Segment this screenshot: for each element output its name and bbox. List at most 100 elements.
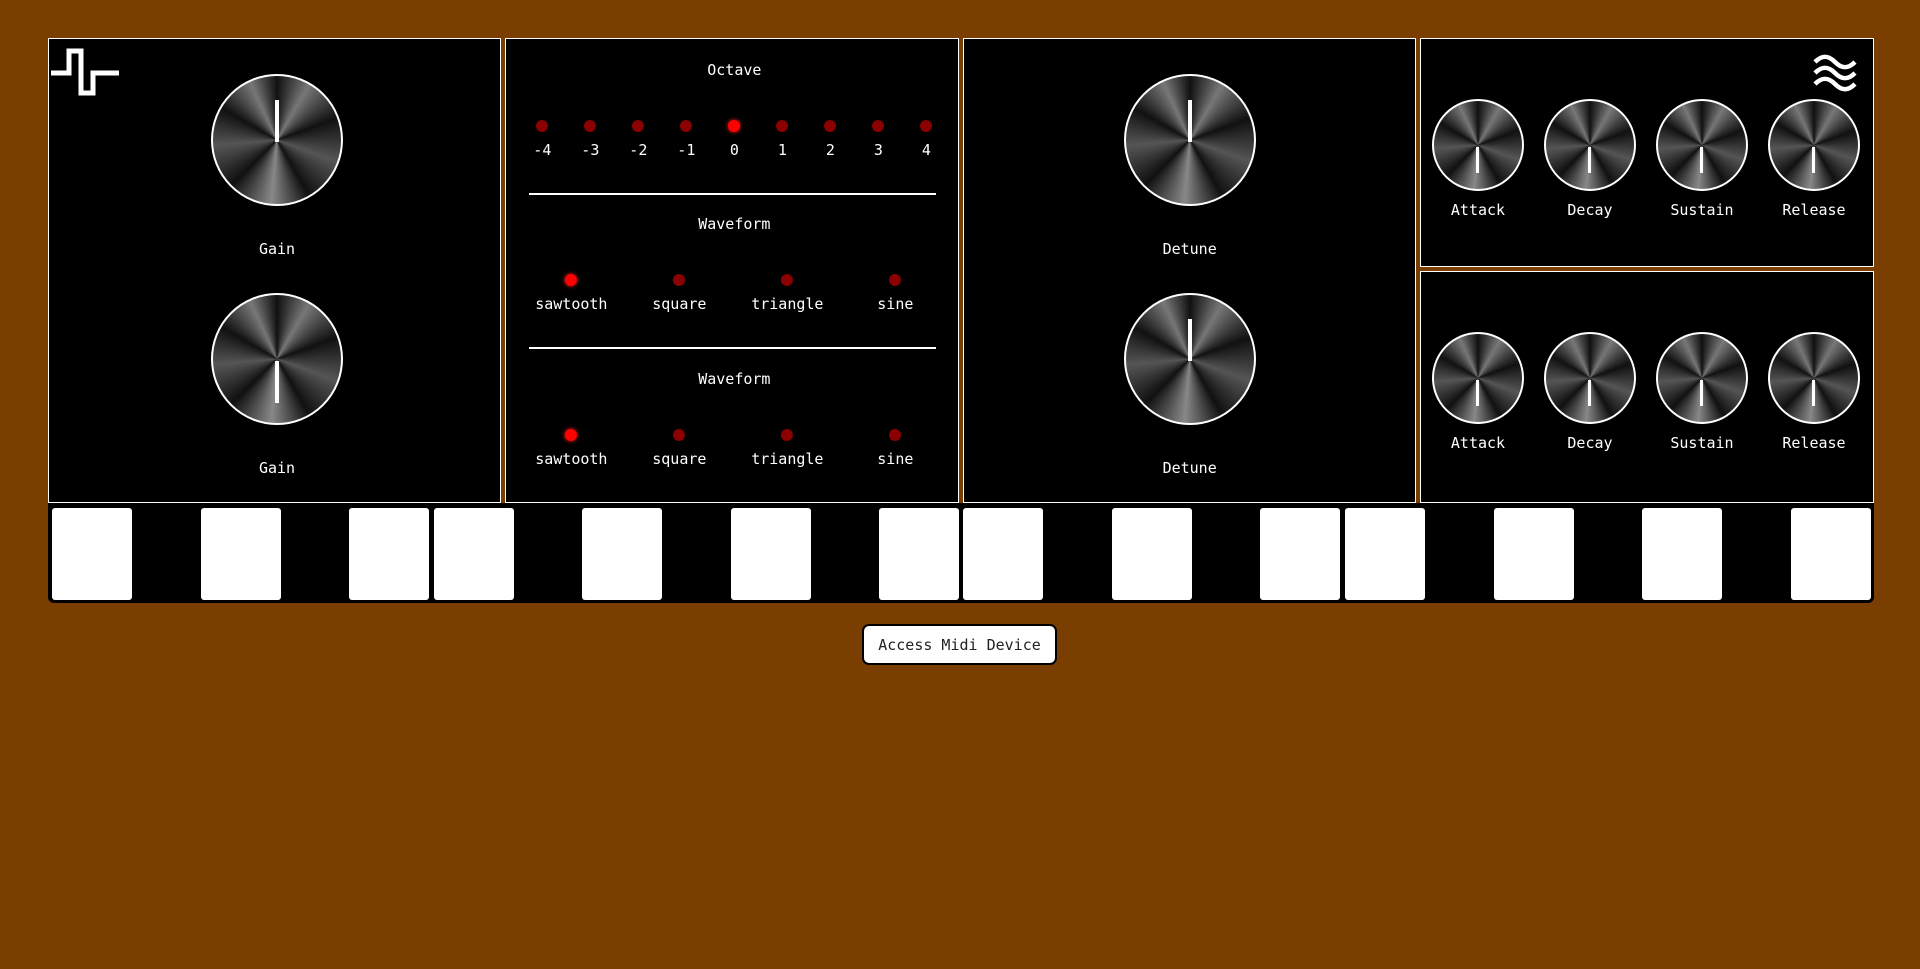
synth-panel: Gain Gain Octave Waveform Waveform -4 -3 -…: [48, 38, 1874, 503]
knob-pointer: [275, 100, 279, 142]
octave-option-label: 3: [873, 141, 883, 159]
knob-pointer: [1187, 100, 1192, 142]
octave-option-label: -4: [533, 141, 552, 159]
envelope-2-attack-label: Attack: [1450, 434, 1506, 452]
piano-key[interactable]: [1260, 508, 1340, 600]
octave-option[interactable]: 1: [776, 120, 789, 159]
led-indicator[interactable]: [872, 120, 885, 132]
waveform-1-option[interactable]: sine: [877, 274, 913, 313]
led-indicator[interactable]: [565, 429, 578, 441]
piano-key[interactable]: [963, 508, 1043, 600]
octave-option[interactable]: 4: [920, 120, 933, 159]
led-indicator[interactable]: [728, 120, 741, 132]
knob-pointer: [1812, 147, 1816, 173]
led-indicator[interactable]: [673, 274, 686, 286]
led-indicator[interactable]: [824, 120, 837, 132]
octave-waveform-panel: Octave Waveform Waveform -4 -3 -2 -1 0 1 2 3 4 sa…: [505, 38, 959, 503]
waveform-1-option[interactable]: sawtooth: [535, 274, 607, 313]
piano-key[interactable]: [434, 508, 514, 600]
piano-key[interactable]: [349, 508, 429, 600]
wave-lines-icon: [1813, 54, 1857, 92]
waveform-1-option[interactable]: triangle: [751, 274, 823, 313]
octave-option[interactable]: -1: [677, 120, 695, 159]
knob-pointer: [1588, 380, 1592, 406]
octave-option-label: 4: [921, 141, 931, 159]
octave-option[interactable]: -4: [533, 120, 551, 159]
octave-option[interactable]: -2: [629, 120, 647, 159]
envelope-1-sustain-label: Sustain: [1670, 201, 1734, 219]
knob-pointer: [275, 361, 279, 403]
envelope-2-sustain-label: Sustain: [1670, 434, 1734, 452]
knob-pointer: [1187, 319, 1192, 361]
piano-key[interactable]: [1494, 508, 1574, 600]
envelope-1-decay-knob[interactable]: [1543, 99, 1636, 191]
divider: [529, 347, 937, 349]
octave-option[interactable]: -3: [581, 120, 599, 159]
knob-pointer: [1700, 380, 1704, 406]
envelope-2-sustain-knob[interactable]: [1655, 332, 1748, 424]
led-indicator[interactable]: [632, 120, 645, 132]
square-wave-icon: [51, 48, 119, 96]
waveform-2-option-label: sine: [877, 450, 914, 468]
knob-pointer: [1812, 380, 1816, 406]
led-indicator[interactable]: [776, 120, 789, 132]
detune-label-1: Detune: [1162, 240, 1217, 258]
octave-option[interactable]: 3: [872, 120, 885, 159]
led-indicator[interactable]: [781, 429, 794, 441]
waveform-2-option[interactable]: square: [652, 429, 706, 468]
gain-knob-1[interactable]: [211, 74, 343, 206]
knob-pointer: [1476, 380, 1480, 406]
led-indicator[interactable]: [536, 120, 549, 132]
piano-key[interactable]: [1791, 508, 1871, 600]
waveform-title-1: Waveform: [698, 215, 771, 233]
led-indicator[interactable]: [781, 274, 794, 286]
waveform-2-option-label: sawtooth: [535, 450, 608, 468]
piano-key[interactable]: [582, 508, 662, 600]
waveform-2-option[interactable]: triangle: [751, 429, 823, 468]
led-indicator[interactable]: [889, 429, 902, 441]
knob-pointer: [1476, 147, 1480, 173]
envelope-2-decay-knob[interactable]: [1543, 332, 1636, 424]
detune-knob-2[interactable]: [1123, 293, 1256, 425]
led-indicator[interactable]: [920, 120, 933, 132]
waveform-2-option[interactable]: sine: [877, 429, 913, 468]
octave-option-label: -3: [581, 141, 600, 159]
waveform-2-option[interactable]: sawtooth: [535, 429, 607, 468]
gain-knob-2[interactable]: [211, 293, 343, 425]
led-indicator[interactable]: [673, 429, 686, 441]
detune-knob-1[interactable]: [1123, 74, 1256, 206]
detune-label-2: Detune: [1162, 459, 1217, 477]
led-indicator[interactable]: [565, 274, 578, 286]
octave-option-label: -2: [629, 141, 648, 159]
octave-option[interactable]: 2: [824, 120, 837, 159]
envelope-2: Attack Decay Sustain Release: [1419, 271, 1874, 503]
led-indicator[interactable]: [680, 120, 693, 132]
access-midi-device-button[interactable]: Access Midi Device: [862, 624, 1057, 665]
led-indicator[interactable]: [889, 274, 902, 286]
waveform-1-option-label: sine: [877, 295, 914, 313]
waveform-2-option-label: square: [652, 450, 707, 468]
envelope-1: Attack Decay Sustain Release: [1419, 38, 1874, 267]
envelope-1-sustain-knob[interactable]: [1655, 99, 1748, 191]
piano-key[interactable]: [52, 508, 132, 600]
octave-option-label: 2: [825, 141, 835, 159]
waveform-1-option-label: triangle: [751, 295, 824, 313]
knob-pointer: [1700, 147, 1704, 173]
envelope-1-release-knob[interactable]: [1767, 99, 1860, 191]
envelope-1-decay-label: Decay: [1567, 201, 1613, 219]
waveform-1-option[interactable]: square: [652, 274, 706, 313]
led-indicator[interactable]: [584, 120, 597, 132]
piano-key[interactable]: [1345, 508, 1425, 600]
envelope-1-attack-knob[interactable]: [1431, 99, 1524, 191]
oscillator-gain-panel: Gain Gain: [48, 38, 502, 503]
piano-key[interactable]: [201, 508, 281, 600]
octave-option-label: 0: [729, 141, 739, 159]
octave-option[interactable]: 0: [728, 120, 741, 159]
piano-key[interactable]: [1642, 508, 1722, 600]
piano-key[interactable]: [731, 508, 811, 600]
piano-key[interactable]: [1112, 508, 1192, 600]
waveform-2-option-label: triangle: [751, 450, 824, 468]
envelope-2-attack-knob[interactable]: [1431, 332, 1524, 424]
envelope-2-release-knob[interactable]: [1767, 332, 1860, 424]
piano-key[interactable]: [879, 508, 959, 600]
